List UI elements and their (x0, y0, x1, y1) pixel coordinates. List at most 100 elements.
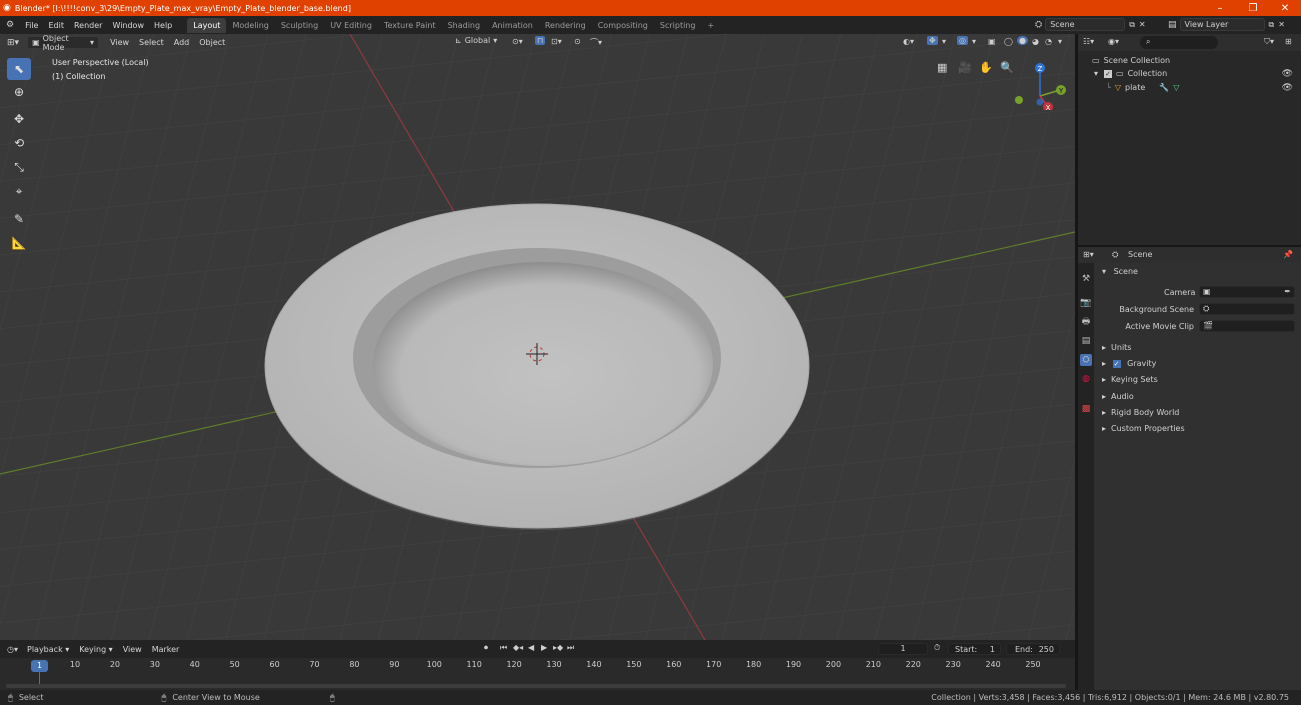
menu-window[interactable]: Window (107, 21, 149, 30)
end-frame-field[interactable]: End: 250 (1006, 643, 1060, 655)
collection-visibility-eye-icon[interactable]: 👁 (1282, 69, 1293, 79)
texture-tab-icon[interactable]: ▩ (1080, 403, 1092, 415)
add-workspace-icon[interactable]: + (701, 18, 720, 33)
playhead-frame[interactable]: 1 (31, 660, 48, 672)
snap-icon[interactable]: ⊓ (535, 36, 546, 45)
cursor-tool[interactable]: ⊕ (7, 81, 31, 103)
menu-file[interactable]: File (20, 21, 43, 30)
outliner-row-collection[interactable]: ▾ ✓ ▭ Collection (1094, 69, 1167, 78)
eyedropper-icon[interactable]: ✒ (1284, 287, 1291, 296)
timeline-menu-marker[interactable]: Marker (147, 645, 185, 654)
record-icon[interactable]: ⏺ (484, 643, 488, 653)
visibility-icon[interactable]: ◐▾ (903, 37, 914, 46)
tab-layout[interactable]: Layout (187, 17, 227, 33)
viewport-menu-object[interactable]: Object (194, 38, 230, 47)
pivot-icon[interactable]: ⊙▾ (512, 37, 523, 46)
transform-tool[interactable]: ⌖ (7, 180, 31, 202)
rendered-shading-icon[interactable]: ◔ (1045, 37, 1052, 46)
stopwatch-icon[interactable]: ⏱ (934, 643, 940, 653)
timeline-menu-playback[interactable]: Playback ▾ (22, 645, 74, 654)
new-collection-icon[interactable]: ⊞ (1285, 37, 1292, 46)
camera-field[interactable]: ▣ ✒ (1199, 286, 1295, 298)
properties-editor-type-icon[interactable]: ⊞▾ (1083, 250, 1094, 259)
pan-view-hand-icon[interactable]: ✋ (979, 61, 993, 74)
gravity-section[interactable]: ▸ ✓ Gravity (1102, 359, 1156, 368)
minimize-button[interactable]: – (1205, 0, 1235, 16)
overlays-icon[interactable]: ◎ (957, 36, 968, 45)
camera-view-icon[interactable]: 🎥 (958, 61, 972, 74)
timeline-menu-view[interactable]: View (118, 645, 147, 654)
tab-rendering[interactable]: Rendering (539, 18, 592, 33)
rotate-tool[interactable]: ⟲ (7, 132, 31, 154)
outliner-row-plate[interactable]: └ ▽ plate 🔧 ▽ (1106, 83, 1179, 92)
scale-tool[interactable]: ⤡ (7, 156, 31, 178)
tab-texture-paint[interactable]: Texture Paint (378, 18, 442, 33)
gravity-checkbox[interactable]: ✓ (1112, 360, 1121, 368)
outliner-editor-type-icon[interactable]: ☷▾ (1083, 37, 1094, 46)
close-button[interactable]: ✕ (1270, 0, 1300, 16)
display-mode-icon[interactable]: ◉▾ (1108, 37, 1119, 46)
tab-sculpting[interactable]: Sculpting (275, 18, 324, 33)
restore-button[interactable]: ❐ (1238, 0, 1268, 16)
output-tab-icon[interactable]: 🖶 (1080, 316, 1092, 328)
start-frame-field[interactable]: Start: 1 (948, 643, 1001, 655)
tab-scripting[interactable]: Scripting (654, 18, 702, 33)
timeline-scrollbar[interactable] (6, 684, 1066, 688)
overlays-dropdown-icon[interactable]: ▾ (972, 37, 976, 46)
jump-end-icon[interactable]: ⏭ (567, 643, 574, 653)
view-layer-selector[interactable]: ▤ View Layer ⧉ ✕ (1168, 18, 1285, 31)
view-layer-tab-icon[interactable]: ▤ (1080, 335, 1092, 347)
jump-start-icon[interactable]: ⏮ (500, 643, 507, 653)
pin-icon[interactable]: 📌 (1283, 250, 1293, 259)
timeline-editor-type-icon[interactable]: ◷▾ (0, 645, 22, 654)
prev-keyframe-icon[interactable]: ◆◂ (513, 643, 523, 652)
menu-render[interactable]: Render (69, 21, 107, 30)
tab-compositing[interactable]: Compositing (592, 18, 654, 33)
wireframe-shading-icon[interactable]: ◯ (1004, 37, 1013, 46)
navigation-gizmo[interactable]: Z Y X (1012, 58, 1072, 110)
play-reverse-icon[interactable]: ◀ (528, 643, 534, 652)
gizmo-neg-y-icon[interactable] (1015, 96, 1023, 104)
editor-type-icon[interactable]: ⊞▾ (0, 38, 23, 48)
viewport-menu-add[interactable]: Add (169, 38, 195, 47)
shading-dropdown-icon[interactable]: ▾ (1058, 37, 1062, 46)
3d-viewport[interactable]: ⊞▾ ▣ Object Mode ▾ View Select Add Objec… (0, 34, 1075, 640)
active-movie-clip-field[interactable]: 🎬 (1199, 320, 1295, 332)
mesh-data-icon[interactable]: ▽ (1173, 83, 1179, 92)
toggle-view-grid-icon[interactable]: ▦ (937, 61, 947, 74)
gizmo-dropdown-icon[interactable]: ▾ (942, 37, 946, 46)
keying-sets-section[interactable]: ▸ Keying Sets (1102, 375, 1158, 384)
menu-help[interactable]: Help (149, 21, 177, 30)
proportional-edit-icon[interactable]: ⊙ (574, 37, 581, 46)
audio-section[interactable]: ▸ Audio (1102, 392, 1134, 401)
tab-modeling[interactable]: Modeling (226, 18, 274, 33)
checkbox-icon[interactable]: ✓ (1104, 69, 1113, 78)
annotate-tool[interactable]: ✎ (7, 208, 31, 230)
snap-target-icon[interactable]: ⊡▾ (551, 37, 562, 46)
world-tab-icon[interactable]: ◍ (1080, 373, 1092, 385)
plate-visibility-eye-icon[interactable]: 👁 (1282, 83, 1293, 93)
scene-delete-icon[interactable]: ✕ (1139, 20, 1146, 29)
current-frame-field[interactable]: 1 (878, 643, 928, 655)
gizmo-toggle-icon[interactable]: ✥ (927, 36, 938, 45)
measure-tool[interactable]: 📐 (7, 232, 31, 254)
tool-tab-icon[interactable]: ⚒ (1080, 273, 1092, 285)
view-layer-delete-icon[interactable]: ✕ (1278, 20, 1285, 29)
outliner-search-input[interactable]: ⌕ (1140, 36, 1218, 49)
material-shading-icon[interactable]: ◕ (1032, 37, 1039, 46)
scene-new-icon[interactable]: ⧉ (1129, 20, 1135, 30)
scene-tab-icon[interactable]: ⛭ (1080, 354, 1092, 366)
units-section[interactable]: ▸ Units (1102, 343, 1131, 352)
blender-menu-icon[interactable]: ⚙ (0, 20, 20, 30)
tab-uv-editing[interactable]: UV Editing (324, 18, 378, 33)
filter-icon[interactable]: ⛉▾ (1264, 37, 1274, 47)
outliner-row-scene-collection[interactable]: ▭ Scene Collection (1092, 56, 1170, 65)
view-layer-new-icon[interactable]: ⧉ (1269, 20, 1275, 30)
gizmo-neg-z-icon[interactable] (1036, 98, 1044, 106)
next-keyframe-icon[interactable]: ▸◆ (553, 643, 563, 652)
play-icon[interactable]: ▶ (541, 643, 547, 652)
render-tab-icon[interactable]: 📷 (1080, 297, 1092, 309)
menu-edit[interactable]: Edit (43, 21, 69, 30)
xray-icon[interactable]: ▣ (988, 37, 996, 46)
select-box-tool[interactable]: ⬉ (7, 58, 31, 80)
